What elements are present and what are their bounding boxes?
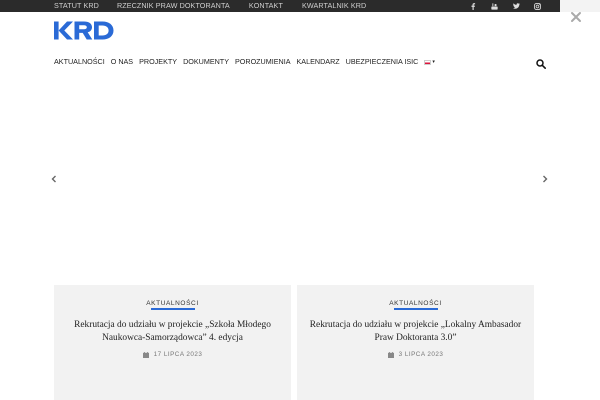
nav-item-aktualnosci[interactable]: Aktualności	[54, 57, 105, 67]
hero-slider	[0, 80, 600, 272]
top-link-statut[interactable]: Statut KRD	[54, 1, 99, 11]
chevron-down-icon: ▾	[432, 59, 435, 65]
card-category[interactable]: Aktualności	[54, 300, 291, 307]
main-nav: Aktualności O nas Projekty Dokumenty Por…	[54, 57, 435, 67]
nav-item-dokumenty[interactable]: Dokumenty	[183, 57, 229, 67]
language-switcher[interactable]: ▾	[424, 59, 435, 65]
card-title[interactable]: Rekrutacja do udziału w projekcie „Lokal…	[307, 319, 524, 345]
top-link-kwartalnik[interactable]: Kwartalnik KRD	[302, 1, 366, 11]
top-link-kontakt[interactable]: Kontakt	[249, 1, 283, 11]
facebook-icon[interactable]	[467, 0, 479, 12]
nav-item-projekty[interactable]: Projekty	[139, 57, 177, 67]
category-underline	[393, 308, 438, 310]
krd-logo[interactable]	[54, 21, 114, 40]
card-date: 17 lipca 2023	[54, 351, 291, 358]
news-card[interactable]: Aktualności Rekrutacja do udziału w proj…	[54, 285, 291, 400]
chevron-right-icon[interactable]	[540, 171, 550, 183]
close-icon[interactable]	[569, 10, 583, 24]
nav-item-kalendarz[interactable]: Kalendarz	[297, 57, 340, 67]
chevron-left-icon[interactable]	[49, 171, 59, 183]
card-date-text: 3 lipca 2023	[398, 351, 444, 358]
nav-item-ubezpieczenia[interactable]: Ubezpieczenia ISIC	[346, 57, 419, 67]
calendar-icon	[387, 351, 394, 358]
card-title[interactable]: Rekrutacja do udziału w projekcie „Szkoł…	[64, 319, 281, 345]
top-link-rzecznik[interactable]: Rzecznik Praw Doktoranta	[117, 1, 230, 11]
poland-flag-icon	[424, 59, 432, 65]
top-links: Statut KRD Rzecznik Praw Doktoranta Kont…	[54, 1, 366, 11]
nav-item-porozumienia[interactable]: Porozumienia	[235, 57, 291, 67]
news-card[interactable]: Aktualności Rekrutacja do udziału w proj…	[297, 285, 534, 400]
search-icon[interactable]	[536, 56, 546, 69]
category-underline	[150, 308, 195, 310]
youtube-icon[interactable]	[488, 0, 500, 12]
card-date: 3 lipca 2023	[297, 351, 534, 358]
twitter-icon[interactable]	[510, 0, 522, 12]
top-bar: Statut KRD Rzecznik Praw Doktoranta Kont…	[0, 0, 600, 12]
instagram-icon[interactable]	[531, 0, 543, 12]
card-category[interactable]: Aktualności	[297, 300, 534, 307]
nav-item-o-nas[interactable]: O nas	[111, 57, 133, 67]
calendar-icon	[142, 351, 149, 358]
card-date-text: 17 lipca 2023	[153, 351, 203, 358]
